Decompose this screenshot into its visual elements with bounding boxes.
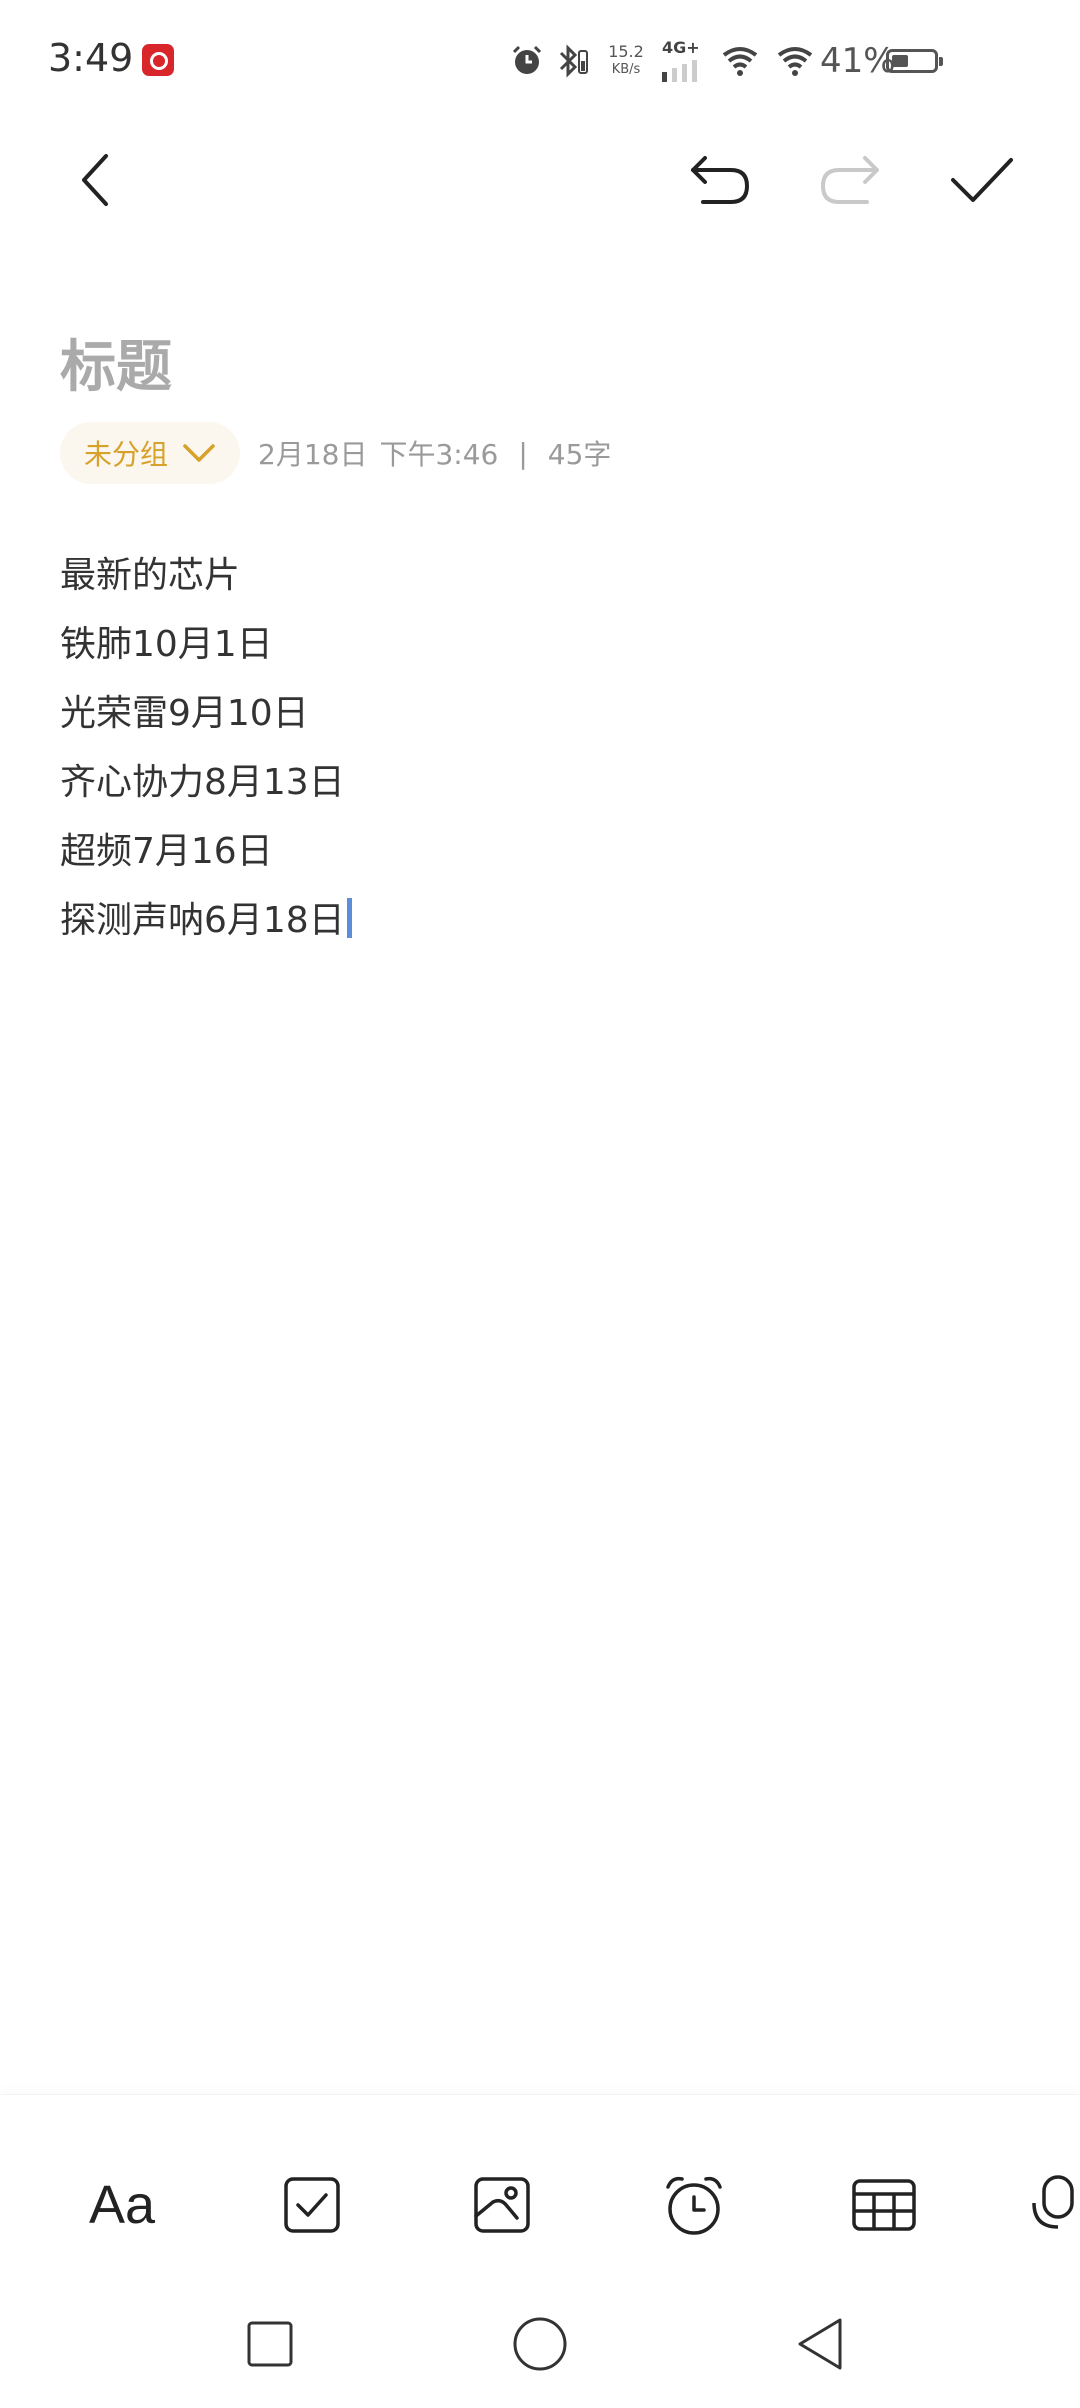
alarm-icon: [510, 36, 544, 86]
group-label: 未分组: [84, 438, 169, 471]
checklist-button[interactable]: [262, 2155, 362, 2255]
editor-top-toolbar: [0, 130, 1080, 230]
network-type-label: 4G+: [662, 38, 700, 57]
triangle-back-icon: [798, 2318, 842, 2370]
alarm-clock-icon: [666, 2176, 722, 2235]
note-line: 齐心协力8月13日: [60, 762, 345, 803]
note-line: 超频7月16日: [60, 831, 273, 872]
status-bar: 3:49 15.2 KB/s 4G+ 41%: [0, 0, 1080, 120]
wifi-icon: [720, 36, 760, 86]
microphone-icon: [1032, 2175, 1074, 2229]
square-icon: [247, 2321, 293, 2367]
reminder-button[interactable]: [644, 2155, 744, 2255]
back-icon: [82, 154, 108, 206]
nav-back-button[interactable]: [780, 2304, 860, 2384]
font-style-label: Aa: [88, 2175, 156, 2235]
note-line: 光荣雷9月10日: [60, 693, 309, 734]
note-body-editor[interactable]: 最新的芯片 铁肺10月1日 光荣雷9月10日 齐心协力8月13日 超频7月16日…: [60, 548, 352, 962]
text-cursor: [346, 898, 352, 938]
note-time: 下午3:46: [379, 438, 499, 471]
chevron-down-icon: [183, 444, 215, 462]
wifi-icon-secondary: [775, 36, 815, 86]
font-style-button[interactable]: Aa: [72, 2155, 172, 2255]
system-nav-bar: [0, 2284, 1080, 2408]
signal-icon: 4G+: [660, 36, 720, 86]
group-selector[interactable]: 未分组: [60, 422, 241, 484]
note-line: 铁肺10月1日: [60, 624, 273, 665]
net-speed-value: 15.2: [608, 42, 644, 61]
redo-button[interactable]: [810, 140, 890, 220]
table-icon: [852, 2179, 916, 2231]
checklist-icon: [284, 2177, 340, 2233]
net-speed-unit: KB/s: [611, 62, 641, 77]
battery-percent: 41%: [820, 41, 896, 81]
home-button[interactable]: [500, 2304, 580, 2384]
checkmark-icon: [951, 158, 1013, 202]
redo-icon: [820, 156, 879, 204]
char-count: 45字: [547, 438, 612, 471]
undo-button[interactable]: [680, 140, 760, 220]
back-button[interactable]: [56, 140, 136, 220]
note-meta-row: 未分组 2月18日 下午3:46 | 45字: [60, 422, 611, 484]
note-line: 最新的芯片: [60, 555, 241, 596]
note-date: 2月18日: [258, 438, 368, 471]
image-icon: [474, 2177, 530, 2233]
status-icons: 15.2 KB/s 4G+ 41%: [480, 36, 1080, 86]
recents-button[interactable]: [230, 2304, 310, 2384]
meta-separator: |: [518, 436, 528, 470]
circle-icon: [513, 2317, 567, 2371]
battery-icon: [886, 36, 943, 86]
note-title-input[interactable]: 标题: [60, 322, 172, 403]
note-line-text: 探测声呐6月18日: [60, 900, 345, 941]
voice-input-button[interactable]: [1024, 2155, 1080, 2255]
insert-table-button[interactable]: [834, 2155, 934, 2255]
editor-bottom-toolbar: Aa: [0, 2094, 1080, 2285]
note-line-last: 探测声呐6月18日: [60, 893, 352, 962]
undo-icon: [691, 156, 750, 204]
status-time: 3:49: [48, 36, 134, 80]
insert-image-button[interactable]: [452, 2155, 552, 2255]
bluetooth-icon: [555, 36, 589, 86]
net-speed: 15.2 KB/s: [598, 36, 654, 86]
done-button[interactable]: [942, 140, 1022, 220]
netease-music-icon: [142, 44, 174, 76]
